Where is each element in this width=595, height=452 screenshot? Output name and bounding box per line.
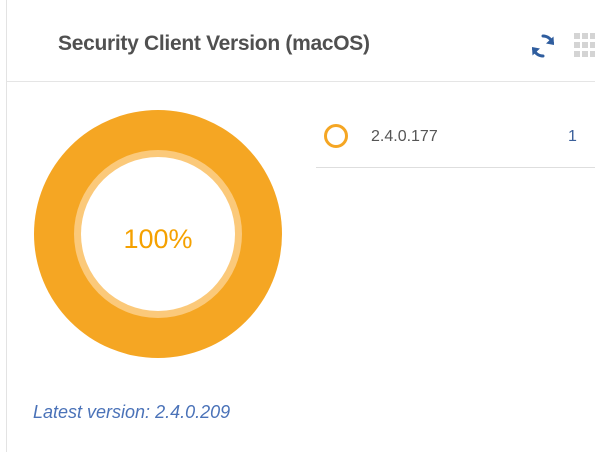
legend-item-count[interactable]: 1 — [568, 128, 577, 146]
legend-circle-icon — [324, 124, 348, 148]
refresh-icon[interactable] — [529, 32, 557, 60]
widget-title: Security Client Version (macOS) — [58, 32, 370, 55]
legend-item[interactable]: 2.4.0.177 1 — [316, 120, 595, 168]
legend-item-label: 2.4.0.177 — [371, 128, 438, 145]
donut-center-label: 100% — [123, 224, 193, 254]
drag-grid-icon[interactable] — [573, 33, 595, 59]
widget-header: Security Client Version (macOS) — [7, 0, 595, 82]
latest-version-text: Latest version: 2.4.0.209 — [33, 402, 231, 422]
security-client-version-widget: Security Client Version (macOS) 100% 2.4… — [6, 0, 595, 452]
